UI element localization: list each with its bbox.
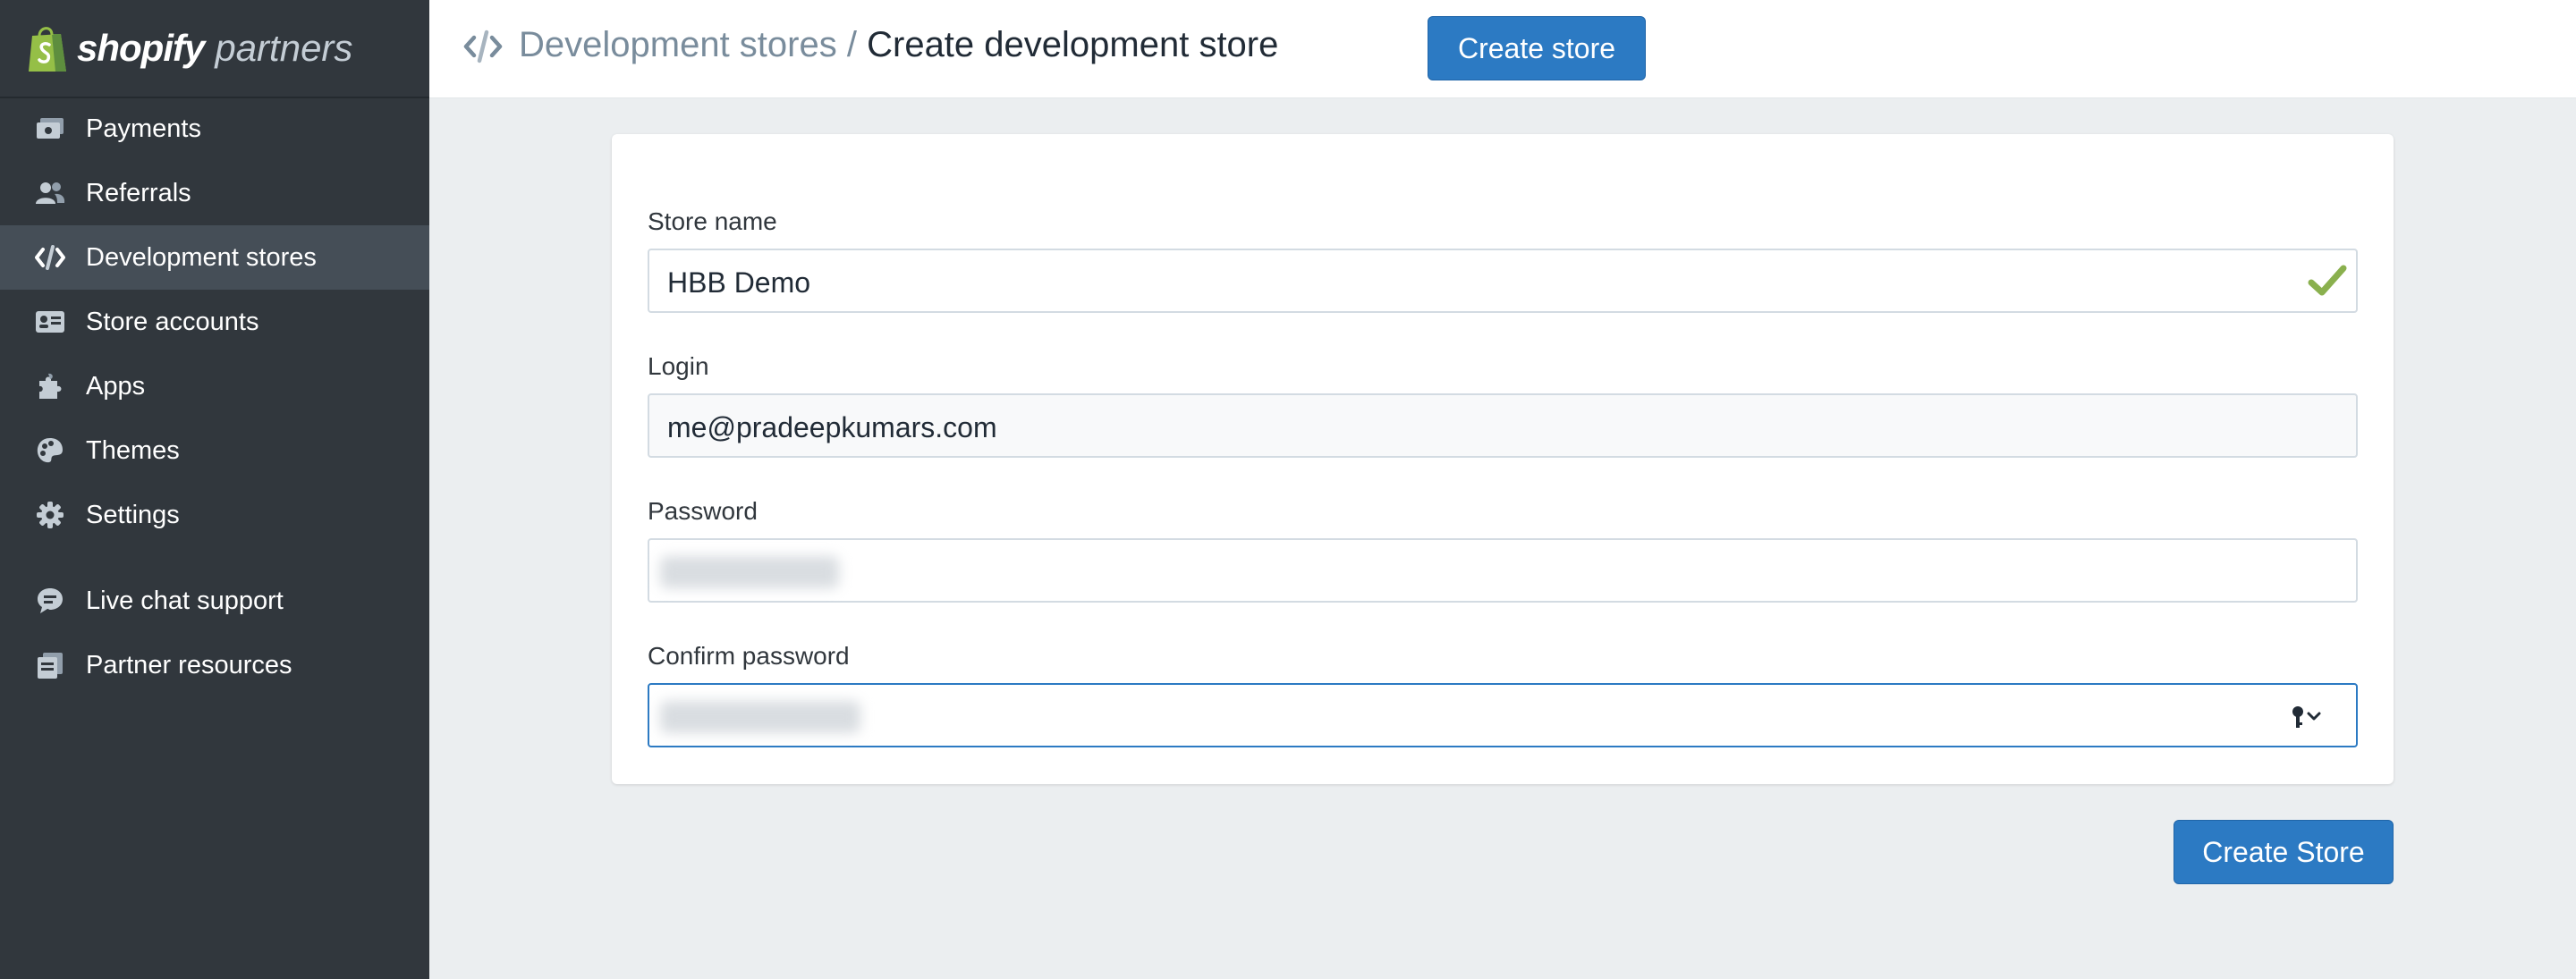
page-header: Development stores / Create development … xyxy=(429,0,2576,98)
shopify-bag-icon xyxy=(29,27,66,72)
valid-check-icon xyxy=(2308,265,2347,296)
store-name-input[interactable]: HBB Demo xyxy=(648,249,2358,313)
sidebar-item-apps[interactable]: Apps xyxy=(0,354,429,418)
payments-icon xyxy=(34,113,66,145)
palette-icon xyxy=(34,435,66,467)
sidebar-item-live-chat-support[interactable]: Live chat support xyxy=(0,569,429,633)
breadcrumb-link-development-stores[interactable]: Development stores xyxy=(519,25,837,64)
sidebar-item-label: Settings xyxy=(86,500,180,529)
sidebar-item-label: Themes xyxy=(86,435,180,465)
sidebar-item-store-accounts[interactable]: Store accounts xyxy=(0,290,429,354)
referrals-icon xyxy=(34,177,66,209)
sidebar-item-themes[interactable]: Themes xyxy=(0,418,429,483)
puzzle-icon xyxy=(34,370,66,402)
create-store-form-card: Store name HBB Demo Login me@pradeepkuma… xyxy=(612,134,2394,784)
password-manager-key-icon[interactable] xyxy=(2290,705,2326,731)
sidebar-item-partner-resources[interactable]: Partner resources xyxy=(0,633,429,697)
brand-name: shopify xyxy=(77,27,205,69)
create-store-submit-button[interactable]: Create Store xyxy=(2174,820,2394,884)
store-name-label: Store name xyxy=(648,207,777,235)
sidebar-item-development-stores[interactable]: Development stores xyxy=(0,225,429,290)
sidebar-item-label: Referrals xyxy=(86,178,191,207)
page-title: Create development store xyxy=(867,25,1279,64)
confirm-password-input[interactable] xyxy=(648,683,2358,747)
shopify-partners-logo[interactable]: shopify partners xyxy=(0,0,429,98)
confirm-password-value-redacted xyxy=(660,701,860,733)
sidebar-item-payments[interactable]: Payments xyxy=(0,97,429,161)
gear-icon xyxy=(34,499,66,531)
sidebar-item-label: Partner resources xyxy=(86,650,292,679)
code-icon xyxy=(34,241,66,274)
password-input[interactable] xyxy=(648,538,2358,603)
password-label: Password xyxy=(648,497,758,525)
id-card-icon xyxy=(34,306,66,338)
login-label: Login xyxy=(648,352,709,380)
sidebar-item-label: Development stores xyxy=(86,242,317,272)
confirm-password-label: Confirm password xyxy=(648,642,850,670)
brand-product: partners xyxy=(215,27,353,69)
code-icon xyxy=(463,30,503,63)
login-input[interactable]: me@pradeepkumars.com xyxy=(648,393,2358,458)
store-name-value: HBB Demo xyxy=(667,266,811,299)
sidebar-item-label: Payments xyxy=(86,114,201,143)
login-value: me@pradeepkumars.com xyxy=(667,411,997,443)
sidebar-item-settings[interactable]: Settings xyxy=(0,483,429,547)
create-store-header-button[interactable]: Create store xyxy=(1428,16,1646,80)
resources-icon xyxy=(34,649,66,681)
sidebar-item-label: Live chat support xyxy=(86,586,284,615)
sidebar-item-label: Apps xyxy=(86,371,146,401)
sidebar-item-referrals[interactable]: Referrals xyxy=(0,161,429,225)
sidebar-item-label: Store accounts xyxy=(86,307,259,336)
sidebar: shopify partners Payments Referrals Deve… xyxy=(0,0,429,979)
breadcrumb: Development stores / Create development … xyxy=(519,25,1278,65)
breadcrumb-separator: / xyxy=(846,25,857,64)
chat-icon xyxy=(34,585,66,617)
password-value-redacted xyxy=(660,556,839,588)
